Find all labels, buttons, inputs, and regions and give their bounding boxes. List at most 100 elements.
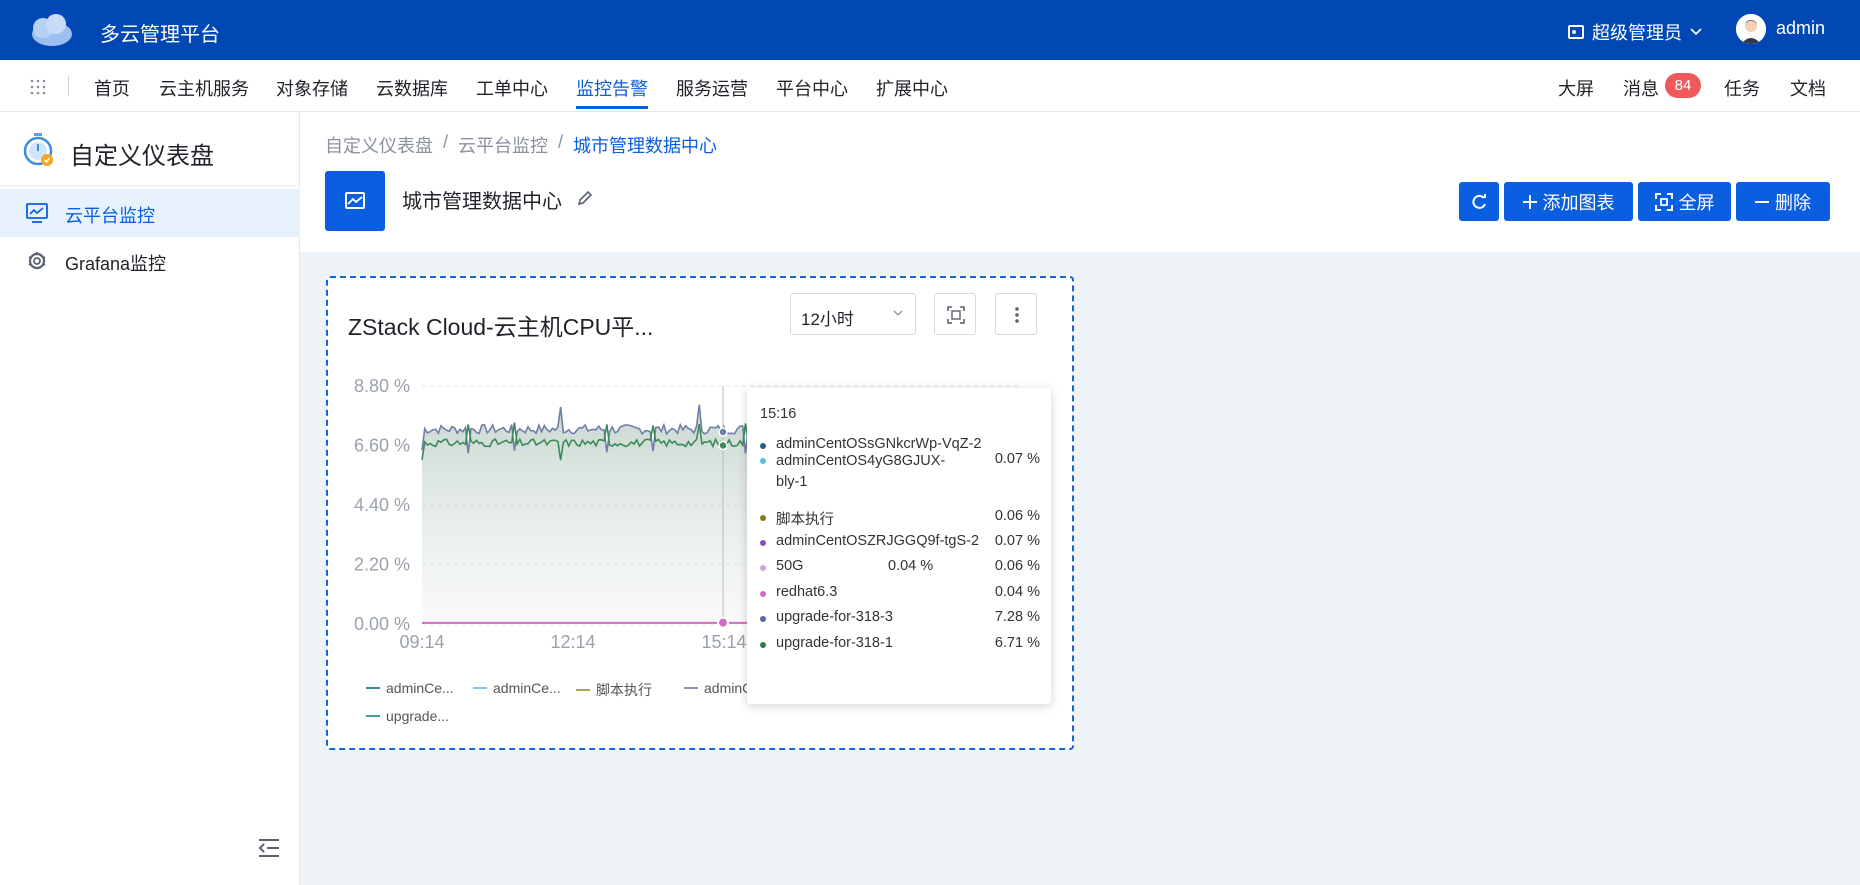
legend-swatch — [576, 689, 590, 691]
add-chart-button[interactable]: 添加图表 — [1504, 182, 1633, 221]
tooltip-series-name: 脚本执行 — [776, 512, 834, 528]
breadcrumb-separator: / — [443, 132, 449, 152]
series-dot — [760, 565, 766, 571]
legend-swatch — [366, 715, 380, 717]
breadcrumb: 自定义仪表盘 / 云平台监控 / 城市管理数据中心 — [325, 132, 717, 158]
add-chart-label: 添加图表 — [1542, 192, 1615, 213]
tooltip-series-name: adminCentOS4yG8GJUX-​bly-1 — [776, 453, 946, 490]
nav-item-monitoring-alerts[interactable]: 监控告警 — [576, 75, 648, 101]
docs-link[interactable]: 文档 — [1790, 75, 1826, 101]
fullscreen-icon — [1654, 192, 1673, 211]
tooltip-series-value: 7.28 % — [994, 609, 1040, 625]
tooltip-series-value: 6.71 % — [994, 635, 1040, 651]
tooltip-series-name: adminCentOSZRJGGQ9f-tgS-2 — [776, 533, 980, 549]
chart-fullscreen-button[interactable] — [934, 293, 976, 335]
tooltip-time: 15:16 — [760, 406, 797, 422]
breadcrumb-item[interactable]: 云平台监控 — [458, 132, 548, 158]
legend-item[interactable]: upgrade... — [366, 708, 449, 724]
tooltip-series-value: 0.06 % — [994, 508, 1040, 524]
y-tick-label: 8.80 % — [354, 376, 410, 396]
chart-more-button[interactable] — [995, 293, 1037, 335]
y-tick-label: 6.60 % — [354, 436, 410, 456]
tasks-link[interactable]: 任务 — [1724, 75, 1760, 101]
breadcrumb-separator: / — [558, 132, 564, 152]
nav-item-object-storage[interactable]: 对象存储 — [276, 75, 348, 101]
legend-item[interactable]: adminC — [684, 680, 752, 696]
tooltip-series-value: 0.04 % — [888, 558, 934, 574]
y-tick-label: 2.20 % — [354, 555, 410, 575]
sidebar-title: 自定义仪表盘 — [70, 143, 214, 170]
collapse-sidebar-icon[interactable] — [258, 838, 280, 858]
x-tick-label: 09:14 — [399, 632, 444, 652]
series-dot — [760, 540, 766, 546]
big-screen-link[interactable]: 大屏 — [1558, 75, 1594, 101]
time-range-select[interactable]: 12小时 — [790, 293, 916, 335]
legend-label: adminCe... — [493, 680, 561, 696]
nav-item-platform-center[interactable]: 平台中心 — [776, 75, 848, 101]
apps-grid-icon[interactable] — [30, 79, 46, 95]
x-tick-label: 12:14 — [550, 632, 595, 652]
time-range-value: 12小时 — [801, 310, 854, 329]
main-nav: 首页 云主机服务 对象存储 云数据库 工单中心 监控告警 服务运营 平台中心 扩… — [0, 60, 1860, 112]
breadcrumb-current: 城市管理数据中心 — [573, 136, 718, 156]
legend-label: upgrade... — [386, 708, 450, 724]
app-title: 多云管理平台 — [100, 24, 220, 46]
more-vertical-icon — [1015, 307, 1019, 323]
nav-divider — [68, 76, 69, 96]
tooltip-series-name: adminCentOSsGNkcrWp-VqZ-2 — [776, 436, 982, 452]
legend-item[interactable]: 脚本执行 — [576, 680, 652, 700]
nav-item-vm-service[interactable]: 云主机服务 — [159, 75, 249, 101]
stopwatch-icon — [23, 133, 53, 166]
sidebar-item-cloud-monitoring[interactable]: 云平台监控 — [0, 189, 300, 237]
delete-button[interactable]: 删除 — [1736, 182, 1830, 221]
cloud-logo-icon — [32, 14, 72, 46]
edit-pencil-icon[interactable] — [576, 189, 594, 207]
hover-point — [718, 427, 728, 437]
nav-item-home[interactable]: 首页 — [94, 75, 130, 101]
nav-item-ticket-center[interactable]: 工单中心 — [476, 75, 548, 101]
tooltip-series-name: upgrade-for-318-3 — [776, 609, 893, 625]
legend-label: adminCe... — [386, 680, 454, 696]
role-selector[interactable]: 超级管理员 — [1568, 19, 1702, 45]
chevron-down-icon — [1690, 28, 1702, 36]
chevron-down-icon — [893, 310, 903, 316]
sidebar-header: 自定义仪表盘 — [0, 112, 300, 186]
legend-label: adminC — [704, 680, 753, 696]
dashboard-image-icon — [325, 171, 385, 231]
nav-item-extension-center[interactable]: 扩展中心 — [876, 75, 948, 101]
nav-item-cloud-database[interactable]: 云数据库 — [376, 75, 448, 101]
messages-link[interactable]: 消息 — [1623, 75, 1659, 101]
refresh-button[interactable] — [1459, 182, 1499, 221]
series-dot — [760, 458, 766, 464]
sidebar-item-label: 云平台监控 — [65, 206, 155, 226]
x-tick-label: 15:14 — [701, 632, 746, 652]
sidebar-item-grafana[interactable]: Grafana监控 — [0, 237, 300, 285]
user-name[interactable]: admin — [1776, 18, 1825, 39]
legend-item[interactable]: adminCe... — [473, 680, 561, 696]
monitor-chart-icon — [26, 203, 48, 223]
nav-item-service-ops[interactable]: 服务运营 — [676, 75, 748, 101]
tooltip-series-name: upgrade-for-318-1 — [776, 635, 893, 651]
breadcrumb-item[interactable]: 自定义仪表盘 — [325, 132, 433, 158]
minus-icon — [1755, 200, 1769, 203]
grafana-icon — [28, 252, 46, 270]
fullscreen-button[interactable]: 全屏 — [1638, 182, 1731, 221]
role-label: 超级管理员 — [1592, 23, 1682, 43]
legend-swatch — [366, 687, 380, 689]
refresh-icon — [1472, 193, 1486, 209]
tooltip-series-value: 0.07 % — [994, 451, 1040, 467]
tooltip-series-value: 0.07 % — [994, 533, 1040, 549]
dashboard-title: 城市管理数据中心 — [402, 191, 562, 213]
avatar[interactable] — [1736, 14, 1766, 44]
top-bar: 多云管理平台 超级管理员 admin — [0, 0, 1860, 60]
active-nav-indicator — [576, 106, 648, 109]
y-tick-label: 0.00 % — [354, 614, 410, 634]
id-card-icon — [1568, 25, 1584, 39]
sidebar: 自定义仪表盘 云平台监控 Grafana监控 — [0, 112, 300, 885]
legend-swatch — [473, 687, 487, 689]
series-dot — [760, 515, 766, 521]
legend-item[interactable]: adminCe... — [366, 680, 454, 696]
hover-point — [717, 616, 729, 629]
chart-tooltip: 15:16 adminCentOSsGNkcrWp-VqZ-2 adminCent… — [747, 388, 1051, 704]
hover-point — [718, 440, 728, 451]
